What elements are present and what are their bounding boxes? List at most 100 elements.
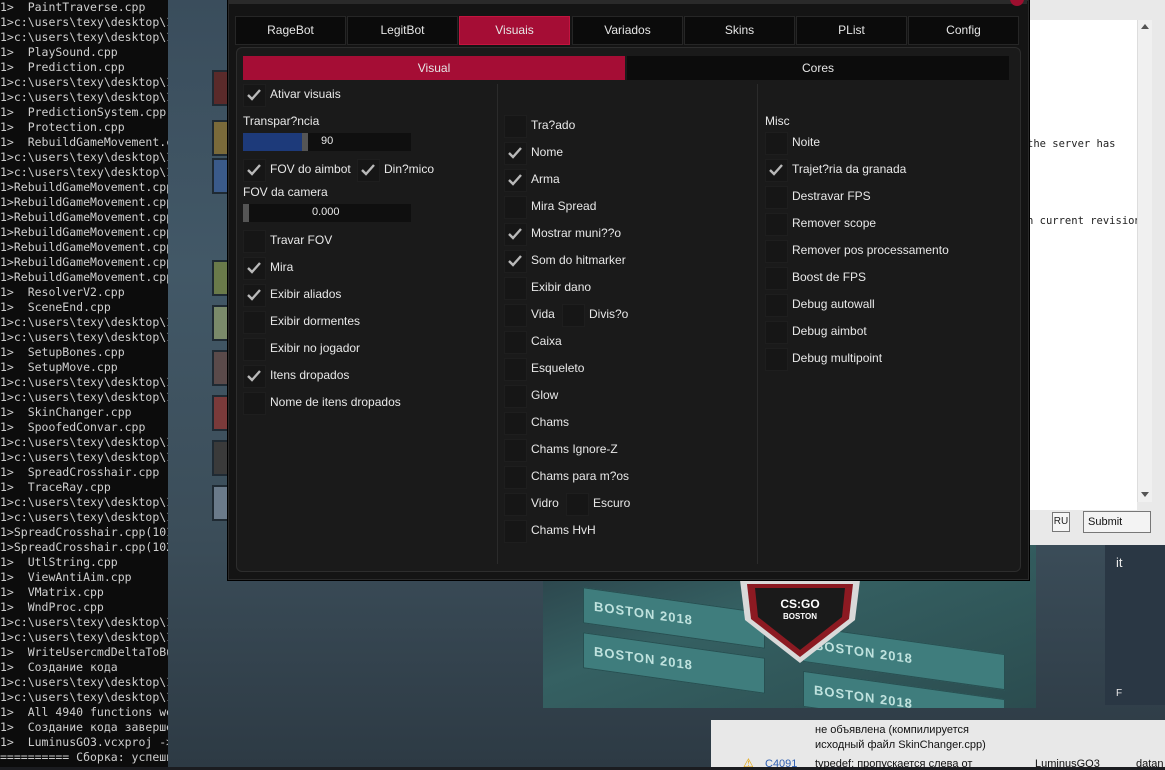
- major-badge: CS:GO BOSTON: [735, 575, 865, 665]
- checkmark-icon: [508, 228, 522, 240]
- checkbox[interactable]: [504, 250, 527, 273]
- option-label: Debug aimbot: [792, 324, 867, 338]
- checkbox[interactable]: [243, 338, 266, 361]
- checkbox[interactable]: [504, 304, 527, 327]
- error-text: не объявлена (компилируется: [815, 724, 969, 736]
- subtab-visual[interactable]: Visual: [243, 56, 625, 80]
- menu-title-bar[interactable]: [228, 0, 1027, 4]
- fov-camera-slider[interactable]: 0.000: [243, 204, 411, 222]
- option-label: Exibir dormentes: [270, 314, 361, 328]
- slider-fill: [243, 133, 302, 151]
- option-label: Nome: [531, 145, 564, 159]
- submit-button[interactable]: Submit: [1083, 511, 1151, 533]
- badge-title: CS:GO: [780, 597, 820, 611]
- option-label: Escuro: [593, 496, 631, 510]
- option-label: Vida: [531, 307, 555, 321]
- checkbox[interactable]: [504, 115, 527, 138]
- checkmark-icon: [508, 174, 522, 186]
- warning-code-link[interactable]: C4091: [765, 758, 797, 770]
- checkbox[interactable]: [504, 277, 527, 300]
- checkmark-icon: [508, 147, 522, 159]
- checkbox[interactable]: [243, 159, 266, 182]
- option-label: Nome de itens dropados: [270, 395, 401, 409]
- option-label: Chams: [531, 415, 570, 429]
- checkbox[interactable]: [765, 348, 788, 371]
- error-text: исходный файл SkinChanger.cpp): [815, 739, 986, 751]
- option-label: Remover scope: [792, 216, 877, 230]
- checkbox[interactable]: [765, 186, 788, 209]
- checkbox[interactable]: [243, 392, 266, 415]
- checkbox[interactable]: [504, 196, 527, 219]
- option-label: Din?mico: [384, 162, 435, 176]
- checkbox[interactable]: [243, 311, 266, 334]
- checkbox[interactable]: [243, 257, 266, 280]
- checkbox[interactable]: [357, 159, 380, 182]
- checkbox[interactable]: [504, 331, 527, 354]
- tab-ragebot[interactable]: RageBot: [235, 16, 346, 45]
- checkbox[interactable]: [243, 284, 266, 307]
- checkmark-icon: [247, 262, 261, 274]
- checkmark-icon: [508, 255, 522, 267]
- tab-visuais[interactable]: Visuais: [459, 16, 570, 45]
- tab-plist[interactable]: PList: [796, 16, 907, 45]
- checkbox[interactable]: [504, 223, 527, 246]
- checkbox[interactable]: [504, 385, 527, 408]
- option-label: Mira Spread: [531, 199, 597, 213]
- fov-camera-label: FOV da camera: [243, 185, 328, 199]
- checkbox[interactable]: [504, 466, 527, 489]
- checkmark-icon: [247, 89, 261, 101]
- checkbox[interactable]: [562, 304, 585, 327]
- option-label: Ativar visuais: [270, 87, 341, 101]
- tab-variados[interactable]: Variados: [572, 16, 683, 45]
- tab-config[interactable]: Config: [908, 16, 1019, 45]
- option-label: Debug multipoint: [792, 351, 883, 365]
- checkbox[interactable]: [504, 142, 527, 165]
- checkbox[interactable]: [504, 358, 527, 381]
- side-log-area: [1027, 20, 1137, 510]
- option-label: Remover pos processamento: [792, 243, 949, 257]
- checkbox[interactable]: [504, 439, 527, 462]
- option-label: Boost de FPS: [792, 270, 867, 284]
- checkbox[interactable]: [243, 84, 266, 107]
- language-indicator[interactable]: RU: [1052, 512, 1070, 532]
- slider-handle[interactable]: [302, 133, 308, 151]
- tab-skins[interactable]: Skins: [684, 16, 795, 45]
- option-label: Tra?ado: [531, 118, 576, 132]
- checkmark-icon: [247, 370, 261, 382]
- column-divider: [497, 84, 498, 564]
- checkbox[interactable]: [243, 365, 266, 388]
- option-label: Exibir no jogador: [270, 341, 361, 355]
- option-label: Caixa: [531, 334, 562, 348]
- error-text: typedef: пропускается слева от: [815, 758, 973, 770]
- tab-legitbot[interactable]: LegitBot: [347, 16, 458, 45]
- checkbox[interactable]: [765, 321, 788, 344]
- option-label: Chams HvH: [531, 523, 596, 537]
- checkbox[interactable]: [765, 267, 788, 290]
- checkmark-icon: [247, 164, 261, 176]
- checkbox[interactable]: [243, 230, 266, 253]
- main-tabs: RageBot LegitBot Visuais Variados Skins PList…: [235, 16, 1019, 45]
- checkbox[interactable]: [504, 493, 527, 516]
- option-label: Chams para m?os: [531, 469, 630, 483]
- option-label: Divis?o: [589, 307, 629, 321]
- checkbox[interactable]: [504, 520, 527, 543]
- checkbox[interactable]: [504, 412, 527, 435]
- option-label: Mostrar muni??o: [531, 226, 622, 240]
- option-label: Exibir aliados: [270, 287, 342, 301]
- game-side-text: F: [1116, 688, 1123, 699]
- slider-handle[interactable]: [243, 204, 249, 222]
- subtab-cores[interactable]: Cores: [627, 56, 1009, 80]
- checkbox[interactable]: [504, 169, 527, 192]
- checkbox[interactable]: [566, 493, 589, 516]
- checkbox[interactable]: [765, 240, 788, 263]
- option-label: Mira: [270, 260, 294, 274]
- checkbox[interactable]: [765, 132, 788, 155]
- option-label: Itens dropados: [270, 368, 350, 382]
- transparency-slider[interactable]: 90: [243, 133, 411, 151]
- checkmark-icon: [247, 289, 261, 301]
- slider-value: 90: [321, 135, 334, 147]
- checkbox[interactable]: [765, 294, 788, 317]
- side-scrollbar[interactable]: [1137, 20, 1152, 502]
- checkbox[interactable]: [765, 159, 788, 182]
- checkbox[interactable]: [765, 213, 788, 236]
